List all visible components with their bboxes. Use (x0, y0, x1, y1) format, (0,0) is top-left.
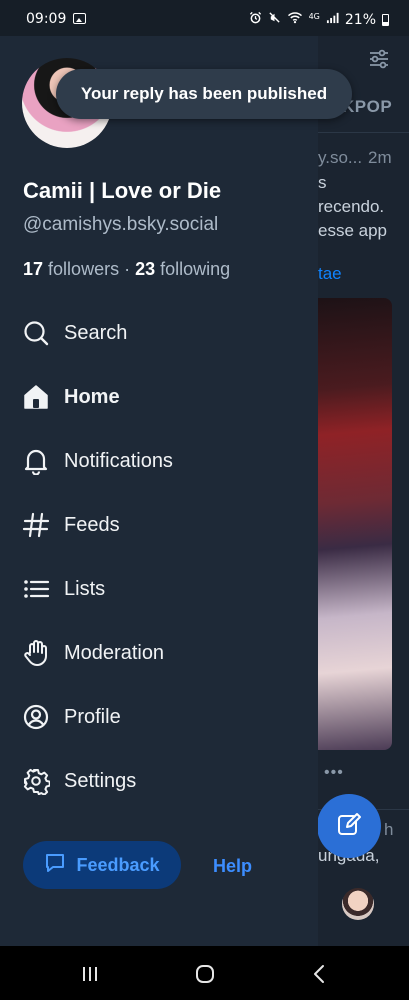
compose-button[interactable] (317, 794, 381, 858)
stats-separator: · (124, 259, 131, 279)
reply-avatar[interactable] (342, 888, 374, 920)
post-text-line: s (318, 173, 327, 192)
wifi-icon (287, 11, 303, 28)
nav-label: Profile (64, 705, 121, 728)
network-type: 4G (308, 12, 320, 21)
nav-item-notifications[interactable]: Notifications (22, 441, 302, 481)
pencil-icon (335, 810, 363, 843)
nav-label: Search (64, 321, 128, 344)
nav-item-search[interactable]: Search (22, 313, 302, 353)
post-text-line: recendo. (318, 197, 385, 216)
post-text-line: esse app (318, 221, 387, 240)
nav-item-moderation[interactable]: Moderation (22, 633, 302, 673)
nav-item-settings[interactable]: Settings (22, 761, 302, 801)
nav-label: Feeds (64, 513, 120, 536)
post-time: 2m (368, 148, 392, 167)
post-image[interactable] (318, 298, 392, 750)
status-icons: 4G 21% (249, 11, 389, 28)
message-icon (44, 852, 66, 879)
navigation-drawer: Camii | Love or Die @camishys.bsky.socia… (0, 36, 318, 946)
followers-link[interactable]: 17 followers (23, 259, 119, 279)
nav-item-profile[interactable]: Profile (22, 697, 302, 737)
home-button-icon[interactable] (191, 960, 219, 988)
alarm-icon (249, 11, 262, 28)
back-icon[interactable] (306, 960, 334, 988)
nav-label: Moderation (64, 641, 165, 664)
gear-icon (22, 767, 50, 795)
nav-item-lists[interactable]: Lists (22, 569, 302, 609)
feedback-button[interactable]: Feedback (23, 841, 181, 889)
more-options-icon[interactable]: ••• (324, 764, 344, 782)
nav-label: Notifications (64, 449, 173, 472)
battery-percent: 21% (344, 11, 376, 28)
divider (318, 132, 409, 133)
recent-apps-icon[interactable] (76, 960, 104, 988)
user-circle-icon (22, 703, 50, 731)
search-icon (22, 319, 50, 347)
home-icon (22, 383, 50, 411)
post-link[interactable]: tae (318, 264, 342, 284)
reply-time: h (384, 820, 394, 839)
user-handle: @camishys.bsky.social (23, 214, 219, 235)
help-link[interactable]: Help (213, 856, 252, 877)
follow-stats: 17 followers · 23 following (23, 259, 230, 280)
hash-icon (22, 511, 50, 539)
battery-icon (382, 13, 389, 26)
display-name: Camii | Love or Die (23, 178, 222, 203)
post-handle: y.so... (318, 148, 363, 167)
feedback-label: Feedback (76, 854, 160, 875)
nav-item-feeds[interactable]: Feeds (22, 505, 302, 545)
hand-icon (22, 639, 50, 667)
nav-item-home[interactable]: Home (22, 377, 302, 417)
signal-icon (326, 11, 339, 28)
bell-icon (22, 447, 50, 475)
mute-icon (268, 11, 281, 28)
following-link[interactable]: 23 following (135, 259, 230, 279)
nav-label: Settings (64, 769, 137, 792)
nav-label: Lists (64, 577, 106, 600)
list-icon (22, 575, 50, 603)
nav-label: Home (64, 385, 120, 408)
toast-message: Your reply has been published (56, 69, 352, 119)
system-navigation-bar (0, 946, 409, 1000)
status-time: 09:09 (26, 11, 67, 27)
gallery-notification-icon (73, 13, 86, 24)
status-bar: 09:09 4G 21% (0, 0, 409, 36)
feed-settings-icon[interactable] (368, 48, 390, 70)
